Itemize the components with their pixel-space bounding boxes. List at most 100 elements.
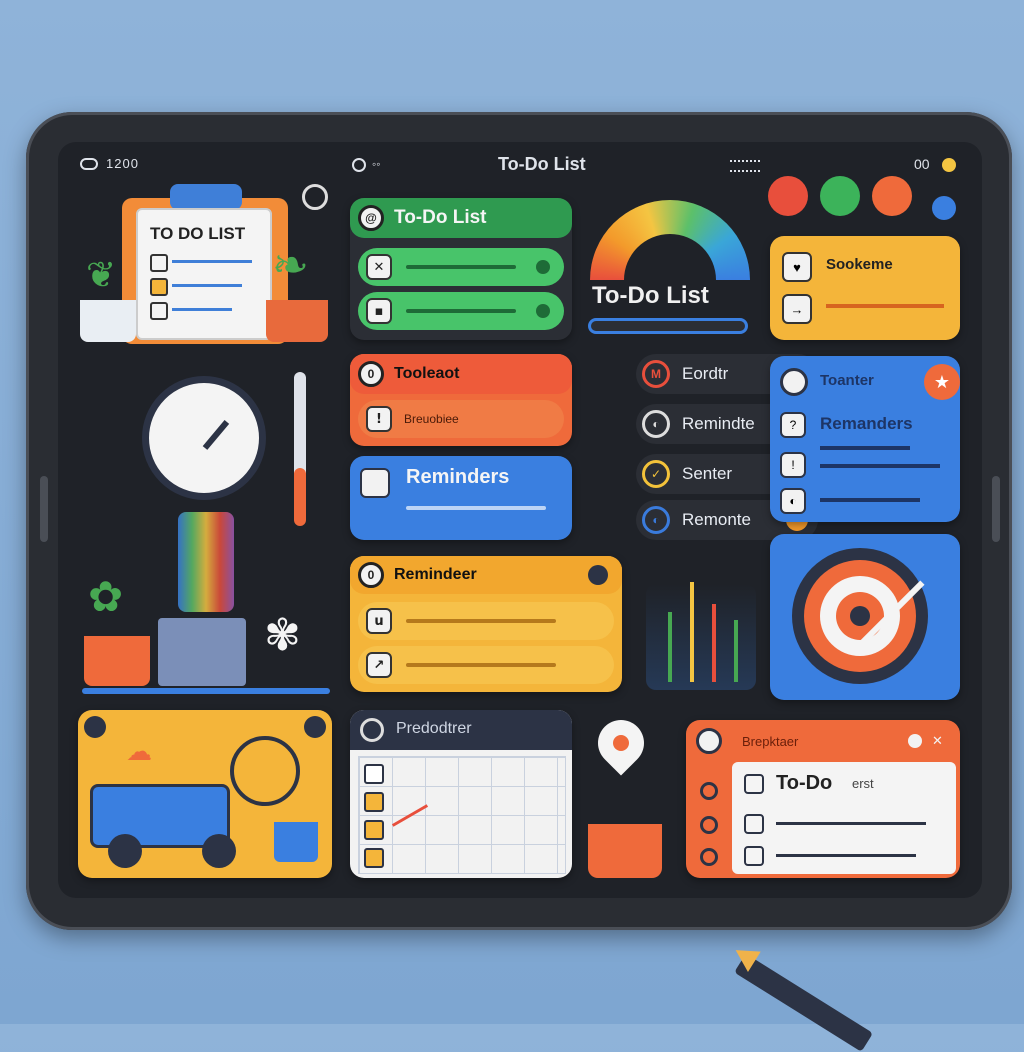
alarm-clock-icon xyxy=(142,376,266,500)
yellow-card-row-2[interactable]: ↗ xyxy=(358,646,614,684)
yellow-row-2-check[interactable]: ↗ xyxy=(366,652,392,678)
yellow-reminder-card: 0 Remindeer u ↗ xyxy=(350,556,622,692)
todo-panel-header: Brepktaer xyxy=(742,734,799,749)
calendar-ring-icon xyxy=(360,718,384,742)
side-button-right[interactable] xyxy=(992,476,1000,542)
notification-icon[interactable] xyxy=(942,158,956,172)
calendar-check-1[interactable] xyxy=(364,764,384,784)
todo-panel-side-icon-3 xyxy=(700,848,718,866)
signal-icon xyxy=(730,160,760,172)
calendar-check-2[interactable] xyxy=(364,792,384,812)
plant-icon: ❦ xyxy=(86,254,117,295)
page-title: To-Do List xyxy=(498,154,586,174)
todo-panel-check-2[interactable] xyxy=(744,814,764,834)
right-yellow-line xyxy=(826,304,944,308)
battery-icon xyxy=(80,158,98,170)
right-yellow-title: Sookeme xyxy=(826,256,893,273)
wrench-handle xyxy=(294,468,306,526)
green-row-2-check[interactable]: ▪ xyxy=(366,298,392,324)
todo-paper-title: TO DO LIST xyxy=(150,224,246,243)
todo-paper: TO DO LIST xyxy=(136,208,272,340)
todo-panel-check-1[interactable] xyxy=(744,774,764,794)
orange-card-header[interactable]: 0 Tooleaot xyxy=(350,354,572,394)
orange-card-row[interactable]: ! Breuobiee xyxy=(358,400,564,438)
leaf-icon: ❧ xyxy=(272,241,309,290)
blue-round-button[interactable] xyxy=(932,196,956,220)
orange-card: 0 Tooleaot ! Breuobiee xyxy=(350,354,572,446)
orange-round-button[interactable] xyxy=(872,176,912,216)
todo-panel-side-icon-1 xyxy=(700,782,718,800)
green-card-row-2[interactable]: ▪ xyxy=(358,292,564,330)
close-icon[interactable]: ✕ xyxy=(932,734,946,748)
category-1-icon: M xyxy=(642,360,670,388)
right-blue-check-3[interactable]: ◐ xyxy=(780,488,806,514)
todo-checkbox-3[interactable] xyxy=(150,302,168,320)
category-3-label: Senter xyxy=(682,464,733,483)
orange-row-check[interactable]: ! xyxy=(366,406,392,432)
clock-icon xyxy=(352,158,366,172)
todo-panel-line-2 xyxy=(776,854,916,857)
cloud-icon: ☁ xyxy=(126,736,152,766)
category-1-label: Eordtr xyxy=(682,364,729,383)
right-blue-ring-icon xyxy=(780,368,808,396)
todo-line-2 xyxy=(172,284,242,287)
shelf-line xyxy=(82,688,330,694)
blue-card-line xyxy=(406,506,546,510)
compass-icon xyxy=(302,184,328,210)
pencil-icon xyxy=(734,953,874,1052)
truck-wheel-back xyxy=(202,834,236,868)
status-time: 1200 xyxy=(106,156,139,171)
calendar-check-4[interactable] xyxy=(364,848,384,868)
plant-pot-left xyxy=(80,300,136,342)
green-round-button[interactable] xyxy=(820,176,860,216)
green-todo-card: @ To-Do List ✕ ▪ xyxy=(350,198,572,340)
fountain-bar-3 xyxy=(712,604,716,682)
todo-checkbox-2[interactable] xyxy=(150,278,168,296)
clipboard-clip xyxy=(170,184,242,210)
right-yellow-check-1[interactable]: ♥ xyxy=(782,252,812,282)
calendar-check-3[interactable] xyxy=(364,820,384,840)
right-yellow-check-2[interactable]: → xyxy=(782,294,812,324)
category-4-icon: ◐ xyxy=(642,506,670,534)
truck-wheel-front xyxy=(108,834,142,868)
calendar-header: Predodtrer xyxy=(350,710,572,750)
green-card-title: To-Do List xyxy=(394,207,487,228)
yellow-row-2-line xyxy=(406,663,556,667)
right-blue-line-3 xyxy=(820,498,920,502)
gauge-title: To-Do List xyxy=(592,282,709,309)
truck-panel: ☁ xyxy=(78,710,332,878)
yellow-row-1-check[interactable]: u xyxy=(366,608,392,634)
right-blue-title: Toanter xyxy=(820,372,874,389)
todo-panel-ring-icon xyxy=(696,728,722,754)
orange-card-ring-icon: 0 xyxy=(358,361,384,387)
red-round-button[interactable] xyxy=(768,176,808,216)
todo-panel-sheet: To-Do erst xyxy=(732,762,956,874)
truck-panel-button-left[interactable] xyxy=(84,716,106,738)
category-4-label: Remonte xyxy=(682,510,751,529)
yellow-card-button[interactable] xyxy=(588,565,608,585)
status-dot: ◦◦ xyxy=(372,157,381,171)
green-card-header[interactable]: @ To-Do List xyxy=(350,198,572,238)
green-card-row-1[interactable]: ✕ xyxy=(358,248,564,286)
todo-panel-option-icon[interactable] xyxy=(908,734,922,748)
yellow-card-row-1[interactable]: u xyxy=(358,602,614,640)
green-row-2-dot xyxy=(536,304,550,318)
todo-panel-line-1 xyxy=(776,822,926,825)
truck-panel-button-right[interactable] xyxy=(304,716,326,738)
star-badge-icon[interactable]: ★ xyxy=(924,364,960,400)
small-plant-pot xyxy=(274,822,318,862)
todo-panel-check-3[interactable] xyxy=(744,846,764,866)
gauge-progress-bar[interactable] xyxy=(588,318,748,334)
green-row-1-check[interactable]: ✕ xyxy=(366,254,392,280)
calendar-grid[interactable] xyxy=(358,756,566,874)
right-blue-check-2[interactable]: ! xyxy=(780,452,806,478)
yellow-card-ring-icon: 0 xyxy=(358,562,384,588)
todo-checkbox-1[interactable] xyxy=(150,254,168,272)
side-button-left[interactable] xyxy=(40,476,48,542)
blue-card-doc-icon xyxy=(360,468,390,498)
right-blue-line-2 xyxy=(820,464,940,468)
green-card-ring-icon: @ xyxy=(358,205,384,231)
right-blue-check-1[interactable]: ? xyxy=(780,412,806,438)
yellow-card-header[interactable]: 0 Remindeer xyxy=(350,556,622,594)
todo-panel-side-icon-2 xyxy=(700,816,718,834)
